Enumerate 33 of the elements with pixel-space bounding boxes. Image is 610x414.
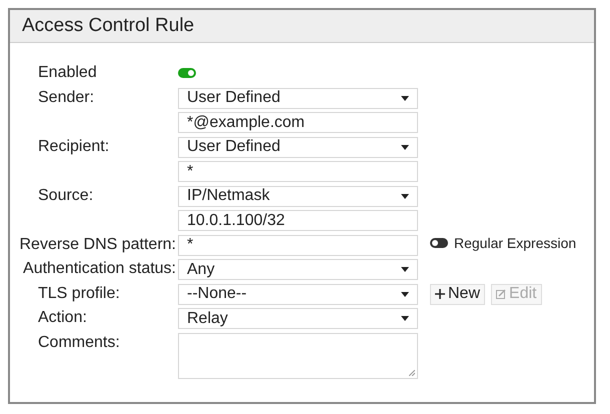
pencil-icon [496,289,506,299]
panel-title: Access Control Rule [10,10,594,43]
field-label: Recipient: [38,136,110,156]
caret-icon [401,194,409,198]
input-field[interactable]: * [178,234,418,256]
field-label: Sender: [38,88,96,108]
input-field[interactable]: * [178,161,418,182]
enabled-toggle[interactable] [178,68,196,78]
field-label: Enabled [38,63,98,83]
caret-icon [401,96,409,100]
input-field[interactable]: *@example.com [178,112,418,133]
field-label: Authentication status: [23,259,176,279]
select-field[interactable]: IP/Netmask [178,186,418,206]
input-field[interactable]: 10.0.1.100/32 [178,210,418,231]
field-label: Comments: [38,332,121,352]
select-field[interactable]: Any [178,259,418,280]
field-label: Reverse DNS pattern: [19,234,176,254]
field-label: TLS profile: [38,284,121,304]
select-field[interactable]: --None-- [178,284,418,304]
caret-icon [401,292,409,296]
field-label: Action: [38,308,88,328]
option-label: Regular Expression [454,234,576,250]
new-button[interactable]: New [430,284,486,304]
select-field[interactable]: User Defined [178,88,418,108]
regex-toggle[interactable] [430,238,448,248]
select-field[interactable]: User Defined [178,136,418,158]
field-label: Source: [38,186,94,206]
plus-icon [435,289,445,299]
caret-icon [401,144,409,150]
resize-grip-icon[interactable] [409,370,415,376]
caret-icon [401,267,409,272]
caret-icon [401,316,409,321]
select-field[interactable]: Relay [178,308,418,329]
